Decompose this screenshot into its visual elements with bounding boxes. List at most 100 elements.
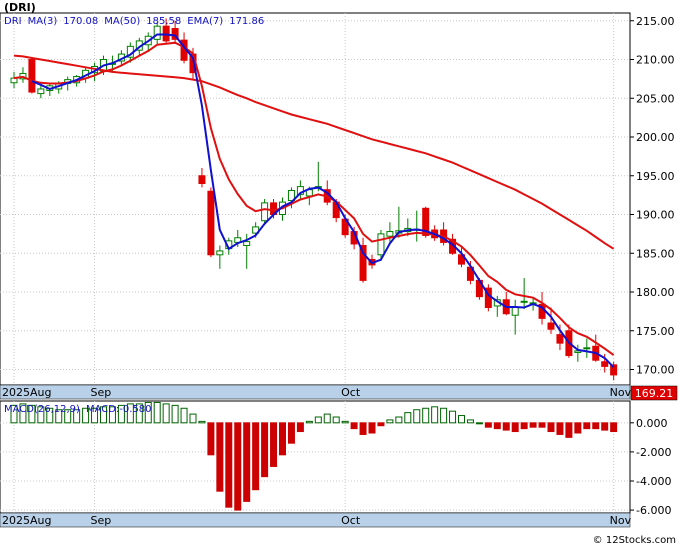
macd-xtick-label: Sep	[91, 514, 112, 527]
macd-bar	[502, 422, 510, 431]
macd-bar	[583, 422, 591, 430]
price-ytick-label: 180.00	[636, 286, 675, 299]
macd-xtick-label: Nov	[610, 514, 632, 527]
macd-bar	[305, 420, 313, 424]
candle-body	[556, 334, 564, 344]
price-ytick-label: 210.00	[636, 54, 675, 67]
macd-bar	[440, 407, 448, 424]
macd-ytick-label: -4.000	[636, 475, 671, 488]
macd-bar	[601, 422, 609, 431]
macd-bar	[350, 422, 358, 430]
price-ytick-label: 175.00	[636, 325, 675, 338]
macd-legend: MACD(26,12,9) MACD:-0.580	[4, 404, 152, 415]
macd-bar	[368, 422, 376, 434]
macd-bar	[466, 419, 474, 424]
macd-bar	[225, 422, 233, 508]
price-xtick-label: Oct	[341, 386, 361, 399]
candle-body	[520, 300, 528, 303]
macd-bar	[287, 422, 295, 444]
macd-bar	[270, 422, 278, 467]
macd-ytick-label: -6.000	[636, 504, 671, 517]
legend-item: MACD(26,12,9)	[4, 404, 80, 415]
macd-bar	[323, 413, 331, 424]
macd-ytick-label: 0.000	[636, 417, 668, 430]
legend-item: MA(50)	[104, 16, 140, 27]
macd-bar	[162, 403, 170, 424]
macd-bar	[413, 409, 421, 424]
macd-bar	[377, 422, 385, 427]
candle-body	[243, 241, 251, 246]
price-ytick-label: 190.00	[636, 209, 675, 222]
macd-bar	[422, 407, 430, 424]
macd-bar	[449, 410, 457, 424]
price-ytick-label: 215.00	[636, 15, 675, 28]
macd-xtick-label: 2025Aug	[2, 514, 51, 527]
price-xtick-label: 2025Aug	[2, 386, 51, 399]
price-ytick-label: 170.00	[636, 364, 675, 377]
legend-item: 170.08	[63, 16, 98, 27]
macd-bar	[386, 419, 394, 424]
candle-body	[583, 347, 591, 350]
macd-bar	[547, 422, 555, 433]
candle-body	[207, 190, 215, 256]
macd-bar	[556, 422, 564, 435]
macd-bar	[511, 422, 519, 433]
macd-bar	[341, 420, 349, 424]
candle-body	[377, 233, 385, 256]
macd-bar	[171, 404, 179, 424]
macd-bar	[592, 422, 600, 430]
macd-bar	[538, 422, 546, 428]
ticker-title: (DRI)	[4, 1, 36, 14]
macd-panel: 0.000 -2.000 -4.000 -6.000 2025Aug Sep Oct Nov	[0, 400, 671, 528]
macd-bar	[431, 406, 439, 424]
candle-body	[511, 307, 519, 316]
macd-bar	[520, 422, 528, 430]
legend-item: EMA(7)	[187, 16, 223, 27]
macd-ytick-label: -2.000	[636, 446, 671, 459]
macd-bar	[234, 422, 242, 511]
price-panel: 170.00 175.00 180.00 185.00 190.00 195.00 200.…	[0, 12, 675, 400]
macd-bar	[475, 422, 483, 425]
macd-xtick-label: Oct	[341, 514, 361, 527]
macd-bar	[180, 407, 188, 424]
macd-bar	[484, 422, 492, 428]
macd-bar	[252, 422, 260, 491]
macd-bar	[610, 422, 618, 433]
price-ytick-label: 200.00	[636, 131, 675, 144]
candle-body	[386, 231, 394, 237]
legend-item: MA(3)	[28, 16, 58, 27]
macd-bar	[198, 420, 206, 424]
price-xtick-label: Nov	[610, 386, 632, 399]
macd-bar	[243, 422, 251, 502]
macd-bar	[493, 422, 501, 430]
macd-bar	[314, 416, 322, 424]
legend-item: 185.58	[146, 16, 181, 27]
price-ytick-label: 205.00	[636, 92, 675, 105]
legend-item: MACD:-0.580	[86, 404, 152, 415]
legend-item: DRI	[4, 16, 22, 27]
macd-bar	[359, 422, 367, 435]
macd-bar	[529, 422, 537, 428]
macd-bar	[565, 422, 573, 438]
macd-bar	[332, 416, 340, 424]
macd-bar	[296, 422, 304, 433]
candle-body	[601, 361, 609, 367]
legend-item: 171.86	[229, 16, 264, 27]
macd-bar	[216, 422, 224, 492]
watermark: © 12Stocks.com	[593, 535, 676, 546]
candle-body	[28, 59, 36, 93]
candle-body	[198, 175, 206, 184]
chart-canvas: 170.00 175.00 180.00 185.00 190.00 195.00 200.…	[0, 1, 678, 546]
macd-bar	[395, 416, 403, 424]
macd-bar	[574, 422, 582, 434]
candle-body	[153, 25, 161, 40]
macd-bar	[189, 413, 197, 424]
last-price-badge: 169.21	[630, 385, 678, 401]
candle-body	[261, 202, 269, 222]
price-xtick-label: Sep	[91, 386, 112, 399]
candle-body	[37, 88, 45, 95]
macd-bar	[458, 415, 465, 424]
candle-body	[216, 250, 224, 256]
price-ytick-label: 185.00	[636, 247, 675, 260]
last-price-label: 169.21	[635, 387, 674, 400]
